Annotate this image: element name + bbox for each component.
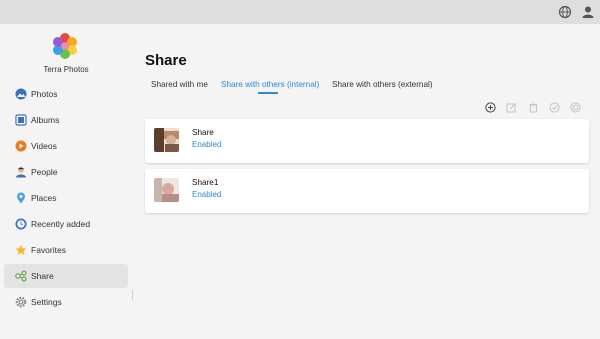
sidebar-item-label: Photos bbox=[31, 89, 58, 99]
star-icon bbox=[15, 244, 27, 255]
share-card[interactable]: Share Enabled bbox=[145, 119, 589, 163]
sidebar-item-share[interactable]: Share bbox=[4, 264, 128, 288]
edit-icon[interactable] bbox=[506, 102, 517, 113]
globe-icon[interactable] bbox=[558, 5, 572, 19]
recently-added-icon bbox=[15, 218, 27, 230]
videos-icon bbox=[15, 140, 27, 152]
share-card[interactable]: Share1 Enabled bbox=[145, 169, 589, 213]
page-title: Share bbox=[145, 52, 187, 69]
sidebar-item-people[interactable]: People bbox=[4, 160, 128, 184]
main-content: Share Shared with me Share with others (… bbox=[132, 24, 600, 339]
sidebar-item-label: Recently added bbox=[31, 219, 91, 229]
sidebar-item-albums[interactable]: Albums bbox=[4, 108, 128, 132]
people-icon bbox=[16, 167, 26, 178]
tab-share-with-others-external[interactable]: Share with others (external) bbox=[332, 80, 433, 89]
sidebar-item-places[interactable]: Places bbox=[4, 186, 128, 210]
share-thumbnail bbox=[154, 128, 179, 152]
share-status: Enabled bbox=[192, 190, 222, 199]
places-icon bbox=[17, 192, 25, 204]
share-name: Share bbox=[192, 128, 214, 137]
terra-photos-logo bbox=[53, 33, 77, 59]
sidebar-item-label: People bbox=[31, 167, 58, 177]
gear-icon bbox=[15, 296, 27, 308]
sidebar-item-label: Share bbox=[31, 271, 54, 281]
sidebar-item-label: Places bbox=[31, 193, 57, 203]
sidebar-item-label: Favorites bbox=[31, 245, 66, 255]
active-tab-indicator bbox=[258, 92, 278, 94]
disable-icon[interactable] bbox=[570, 102, 581, 113]
tab-shared-with-me[interactable]: Shared with me bbox=[151, 80, 208, 89]
sidebar-item-label: Videos bbox=[31, 141, 57, 151]
sidebar-item-recently-added[interactable]: Recently added bbox=[4, 212, 128, 236]
sidebar: Terra Photos Photos Albums Videos People… bbox=[0, 24, 132, 339]
sidebar-item-label: Settings bbox=[31, 297, 62, 307]
delete-icon[interactable] bbox=[528, 102, 539, 113]
add-icon[interactable] bbox=[485, 102, 496, 113]
sidebar-item-label: Albums bbox=[31, 115, 60, 125]
app-name: Terra Photos bbox=[43, 65, 89, 74]
albums-icon bbox=[15, 114, 27, 126]
enable-icon[interactable] bbox=[549, 102, 560, 113]
share-thumbnail bbox=[154, 178, 179, 202]
tab-share-with-others-internal[interactable]: Share with others (internal) bbox=[221, 80, 319, 89]
share-status: Enabled bbox=[192, 140, 222, 149]
top-bar bbox=[0, 0, 600, 24]
sidebar-item-settings[interactable]: Settings bbox=[4, 290, 128, 314]
sidebar-item-photos[interactable]: Photos bbox=[4, 82, 128, 106]
share-icon bbox=[15, 270, 27, 282]
share-name: Share1 bbox=[192, 178, 219, 187]
photos-icon bbox=[15, 88, 27, 100]
user-icon[interactable] bbox=[581, 5, 595, 19]
sidebar-item-videos[interactable]: Videos bbox=[4, 134, 128, 158]
sidebar-item-favorites[interactable]: Favorites bbox=[4, 238, 128, 262]
